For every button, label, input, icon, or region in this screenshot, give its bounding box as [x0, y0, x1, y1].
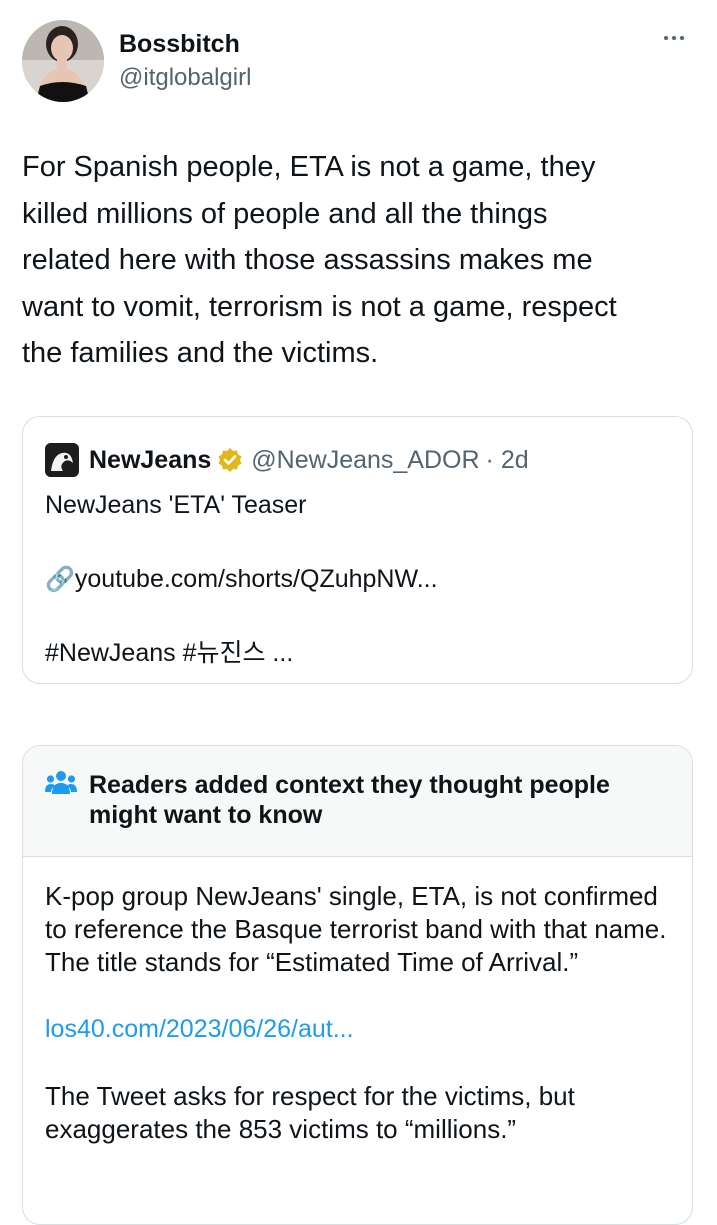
author-handle[interactable]: @itglobalgirl: [119, 64, 251, 92]
verified-badge-icon: [218, 448, 242, 472]
quoted-avatar: [45, 443, 79, 477]
quoted-display-name: NewJeans: [89, 445, 212, 474]
community-note-text: K-pop group NewJeans' single, ETA, is no…: [45, 881, 667, 977]
community-note-link[interactable]: los40.com/2023/06/26/aut...: [45, 1013, 685, 1046]
people-icon: [45, 771, 77, 794]
community-note-card: Readers added context they thought peopl…: [22, 745, 693, 1225]
author-avatar[interactable]: [22, 20, 104, 102]
quoted-time: · 2d: [485, 445, 529, 474]
tweet-header: Bossbitch @itglobalgirl: [22, 20, 697, 104]
quoted-text: NewJeans 'ETA' Teaser: [45, 491, 307, 519]
community-note-body: K-pop group NewJeans' single, ETA, is no…: [45, 880, 685, 1146]
quoted-link-row: 🔗youtube.com/shorts/QZuhpNW...: [45, 565, 438, 594]
quoted-hashtags: #NewJeans #뉴진스 ...: [45, 639, 294, 667]
author-display-name[interactable]: Bossbitch: [119, 30, 240, 59]
more-options-icon[interactable]: [657, 26, 691, 50]
quoted-tweet-header: NewJeans @NewJeans_ADOR · 2d: [45, 443, 529, 477]
community-note-header: Readers added context they thought peopl…: [23, 746, 692, 857]
link-icon: 🔗: [45, 566, 75, 593]
community-note-title: Readers added context they thought peopl…: [89, 771, 610, 829]
community-note-text-2: The Tweet asks for respect for the victi…: [45, 1081, 575, 1144]
quoted-handle: @NewJeans_ADOR: [251, 445, 480, 474]
quoted-link[interactable]: youtube.com/shorts/QZuhpNW...: [75, 565, 438, 593]
tweet-text: For Spanish people, ETA is not a game, t…: [22, 151, 617, 369]
quoted-tweet-card[interactable]: NewJeans @NewJeans_ADOR · 2d NewJeans 'E…: [22, 416, 693, 684]
